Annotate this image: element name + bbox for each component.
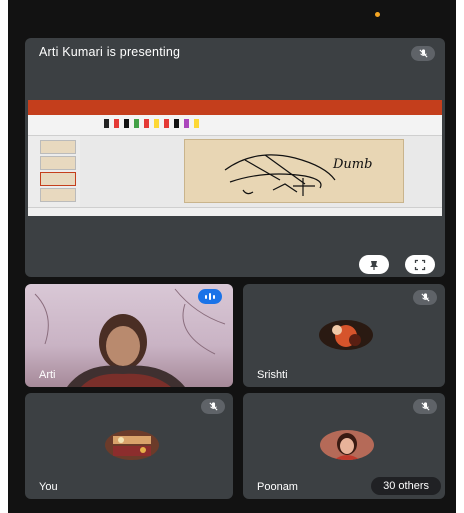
participant-name: Srishti bbox=[257, 369, 288, 381]
presentation-tile[interactable]: Arti Kumari is presenting Dumb bbox=[25, 38, 445, 277]
audio-level-icon bbox=[198, 289, 222, 304]
participant-name: Poonam bbox=[257, 481, 298, 493]
slide-thumbnails bbox=[28, 136, 81, 208]
slide: Dumb bbox=[184, 139, 404, 203]
participant-tile-arti[interactable]: Arti bbox=[25, 284, 233, 387]
ppt-title-bar bbox=[28, 100, 442, 109]
slide-thumbnail bbox=[40, 140, 76, 154]
slide-thumbnail bbox=[40, 156, 76, 170]
fullscreen-button[interactable] bbox=[405, 255, 435, 274]
meet-screen: Arti Kumari is presenting Dumb Arti Sris… bbox=[8, 0, 456, 513]
pin-icon bbox=[370, 260, 378, 270]
participant-name: Arti bbox=[39, 369, 56, 381]
pen-icon bbox=[194, 119, 199, 128]
others-count-button[interactable]: 30 others bbox=[371, 477, 441, 495]
pen-icon bbox=[124, 119, 129, 128]
status-indicator bbox=[375, 12, 380, 17]
pen-icon bbox=[114, 119, 119, 128]
participant-name: You bbox=[39, 481, 58, 493]
pin-button[interactable] bbox=[359, 255, 389, 274]
pen-icon bbox=[174, 119, 179, 128]
mic-off-icon bbox=[201, 399, 225, 414]
pen-icon bbox=[164, 119, 169, 128]
participant-tile-poonam[interactable]: Poonam 30 others bbox=[243, 393, 445, 499]
slide-thumbnail bbox=[40, 188, 76, 202]
pen-icon bbox=[144, 119, 149, 128]
handwriting-text: Dumb bbox=[332, 157, 372, 172]
mic-off-icon bbox=[413, 290, 437, 305]
avatar bbox=[105, 430, 159, 460]
mic-off-icon bbox=[413, 399, 437, 414]
pen-icon bbox=[154, 119, 159, 128]
handwriting-drawing: Dumb bbox=[224, 154, 372, 196]
ppt-status-bar bbox=[28, 207, 442, 216]
slide-canvas: Dumb bbox=[80, 136, 442, 208]
avatar bbox=[320, 430, 374, 460]
mic-off-icon bbox=[411, 46, 435, 61]
participant-tile-you[interactable]: You bbox=[25, 393, 233, 499]
ppt-body: Dumb bbox=[28, 136, 442, 208]
avatar bbox=[319, 320, 373, 350]
pen-icon bbox=[104, 119, 109, 128]
slide-thumbnail bbox=[40, 172, 76, 186]
fullscreen-icon bbox=[414, 259, 426, 270]
pen-icon bbox=[184, 119, 189, 128]
shared-screen: Dumb bbox=[28, 100, 442, 216]
participant-tile-srishti[interactable]: Srishti bbox=[243, 284, 445, 387]
pen-icon bbox=[134, 119, 139, 128]
presenter-label: Arti Kumari is presenting bbox=[39, 45, 181, 59]
ppt-ribbon bbox=[28, 115, 442, 136]
